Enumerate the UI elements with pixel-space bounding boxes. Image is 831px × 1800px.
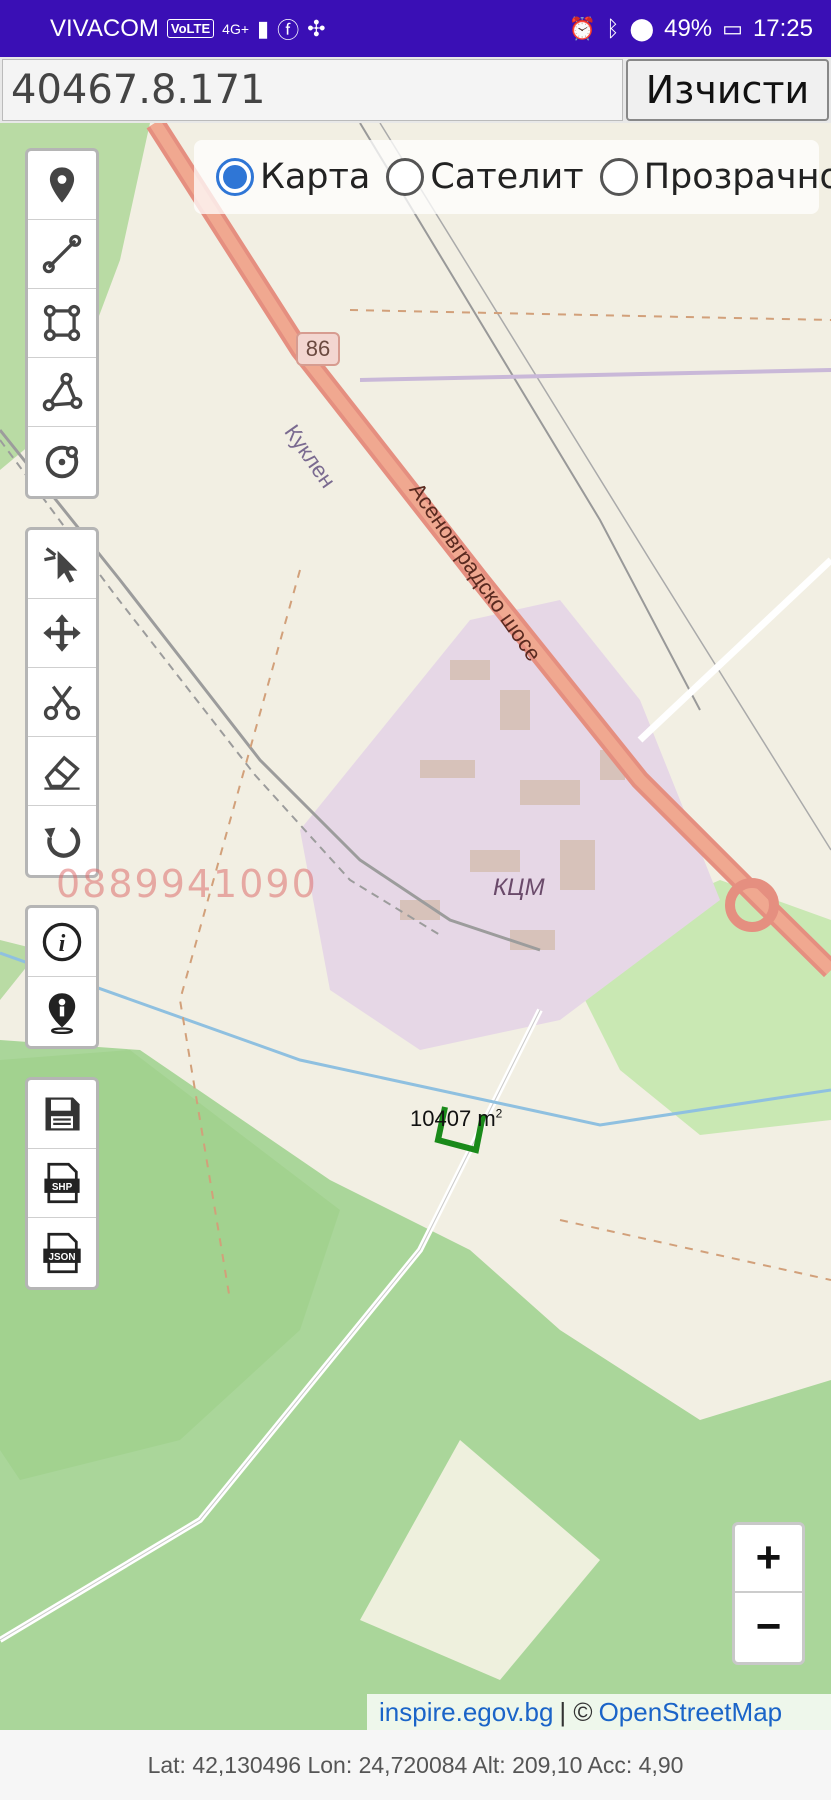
angle-icon (42, 372, 83, 412)
layer-label-satellite: Сателит (430, 157, 584, 197)
facebook-icon: ⓕ (277, 17, 300, 43)
parcel-search-input[interactable] (2, 59, 623, 121)
select-tool[interactable] (28, 530, 96, 599)
battery-percent: 49% (664, 14, 713, 42)
attribution-separator: | © (559, 1696, 593, 1727)
volte-badge: VoLTE (166, 19, 215, 38)
battery-icon: ▭ (722, 15, 743, 41)
map-view[interactable] (0, 123, 831, 1730)
phone-watermark: 0889941090 (56, 862, 318, 906)
eraser-tool[interactable] (28, 737, 96, 806)
layer-label-transparent: Прозрачно (643, 157, 831, 197)
polygon-icon (43, 304, 81, 342)
layer-label-map: Карта (260, 157, 371, 197)
gps-footer: Lat: 42,130496 Lon: 24,720084 Alt: 209,1… (0, 1730, 831, 1800)
area-unit: m (477, 1106, 496, 1131)
map-canvas (0, 123, 831, 1730)
area-exponent: 2 (495, 1106, 503, 1121)
layer-option-transparent[interactable]: Прозрачно (599, 157, 831, 197)
clear-button[interactable]: Изчисти (626, 59, 829, 121)
map-attribution: inspire.egov.bg | © OpenStreetMap (367, 1694, 831, 1730)
angle-tool[interactable] (28, 358, 96, 427)
line-icon (42, 234, 82, 274)
export-shp-tool[interactable]: SHP (28, 1149, 96, 1218)
move-tool[interactable] (28, 599, 96, 668)
pointer-icon (44, 547, 78, 583)
carrier-label: VIVACOM (50, 14, 159, 42)
radio-satellite[interactable] (386, 158, 425, 196)
zoom-in-button[interactable]: + (735, 1525, 802, 1593)
circle-icon (45, 445, 79, 478)
status-bar: VIVACOM VoLTE 4G+ ▮ ⓕ ✣ ⏰ ᛒ ⬤ 49% ▭ 17:2… (0, 0, 831, 57)
inspire-link[interactable]: inspire.egov.bg (379, 1697, 553, 1728)
point-marker-tool[interactable] (28, 151, 96, 220)
undo-icon (44, 826, 81, 858)
info-toolgroup: i (25, 905, 99, 1049)
network-label: 4G+ (222, 20, 250, 37)
circle-tool[interactable] (28, 427, 96, 496)
layer-option-map[interactable]: Карта (216, 157, 370, 197)
info-tool[interactable]: i (28, 908, 96, 977)
draw-toolgroup (25, 148, 99, 499)
move-icon (43, 614, 81, 652)
eraser-icon (44, 755, 80, 790)
export-json-tool[interactable]: JSON (28, 1218, 96, 1287)
person-location-tool[interactable] (28, 977, 96, 1046)
svg-text:i: i (59, 930, 66, 957)
signal-icon: ▮ (257, 15, 270, 41)
person-pin-icon (48, 992, 76, 1034)
road-number-badge: 86 (296, 332, 340, 366)
area-name-label: КЦМ (493, 874, 545, 901)
layer-option-satellite[interactable]: Сателит (386, 157, 584, 197)
radio-map[interactable] (216, 158, 254, 196)
info-icon: i (42, 922, 82, 962)
scissors-icon (43, 685, 81, 721)
zoom-control: + − (732, 1522, 805, 1665)
location-icon: ⬤ (629, 15, 655, 41)
save-tool[interactable] (28, 1080, 96, 1149)
line-tool[interactable] (28, 220, 96, 289)
bluetooth-icon: ᛒ (606, 15, 620, 41)
pinwheel-icon: ✣ (307, 15, 326, 41)
clock: 17:25 (752, 14, 813, 42)
layer-selector: Карта Сателит Прозрачно (194, 140, 831, 214)
shp-file-icon: SHP (44, 1162, 80, 1204)
alarm-icon: ⏰ (568, 15, 597, 41)
svg-text:SHP: SHP (52, 1182, 73, 1193)
area-value: 10407 (410, 1106, 472, 1131)
radio-transparent[interactable] (599, 158, 638, 196)
parcel-area-label: 10407 m2 (410, 1106, 502, 1132)
floppy-disk-icon (45, 1097, 80, 1131)
svg-text:JSON: JSON (49, 1252, 76, 1263)
cut-tool[interactable] (28, 668, 96, 737)
export-toolgroup: SHP JSON (25, 1077, 99, 1290)
edit-toolgroup (25, 527, 99, 878)
osm-link[interactable]: OpenStreetMap (599, 1697, 783, 1728)
map-pin-icon (49, 167, 75, 203)
json-file-icon: JSON (43, 1232, 81, 1273)
top-bar: Изчисти (0, 57, 831, 123)
zoom-out-button[interactable]: − (735, 1593, 802, 1661)
polygon-tool[interactable] (28, 289, 96, 358)
gps-readout: Lat: 42,130496 Lon: 24,720084 Alt: 209,1… (147, 1751, 684, 1778)
